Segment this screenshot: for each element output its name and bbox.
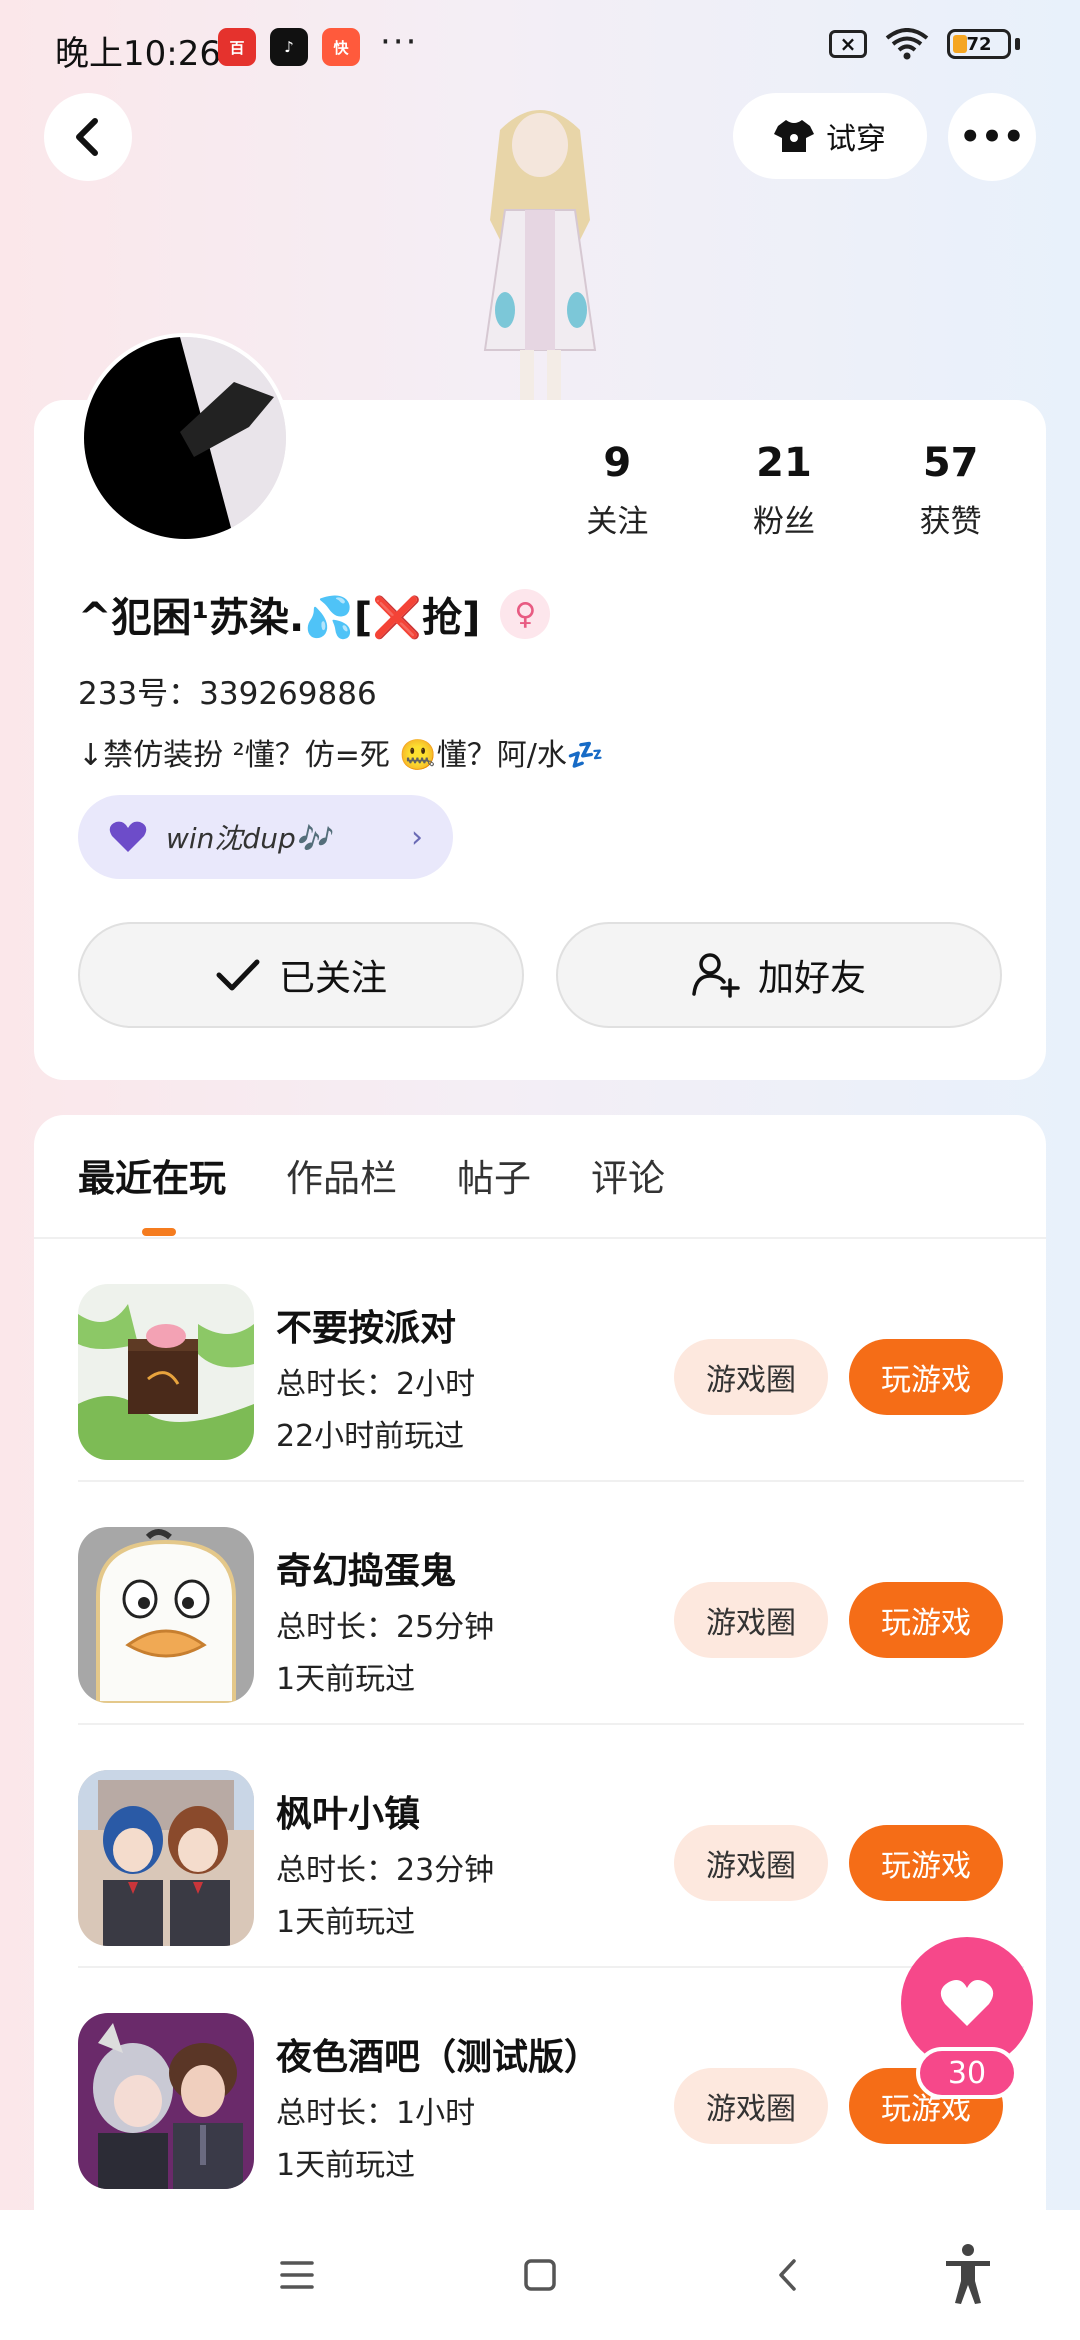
like-count-badge: 30 xyxy=(916,2047,1018,2099)
game-last-played: 1天前玩过 xyxy=(276,2148,416,2183)
game-duration: 总时长：1小时 xyxy=(276,2096,476,2131)
game-duration: 总时长：25分钟 xyxy=(276,1610,495,1645)
play-game-button[interactable]: 玩游戏 xyxy=(849,1339,1003,1415)
battery-icon: 72 xyxy=(947,29,1011,59)
relationship-tag[interactable]: win沈dup🎶 › xyxy=(78,795,453,879)
tab-comments[interactable]: 评论 xyxy=(591,1115,665,1235)
game-icon[interactable] xyxy=(78,1527,254,1703)
wifi-icon xyxy=(885,28,929,60)
battery-level: 72 xyxy=(966,33,992,55)
nav-back-icon xyxy=(779,2259,796,2291)
game-circle-button[interactable]: 游戏圈 xyxy=(674,1339,828,1415)
game-circle-button[interactable]: 游戏圈 xyxy=(674,1582,828,1658)
game-duration: 总时长：2小时 xyxy=(276,1367,476,1402)
no-sim-icon: × xyxy=(829,30,867,58)
duck-game-image xyxy=(78,1527,254,1703)
anime-character-image xyxy=(483,110,597,400)
game-last-played: 1天前玩过 xyxy=(276,1905,416,1940)
tiktok-icon: ♪ xyxy=(270,28,308,66)
status-overflow-icon: ··· xyxy=(380,22,419,62)
game-circle-button[interactable]: 游戏圈 xyxy=(674,1825,828,1901)
avatar[interactable] xyxy=(80,333,290,543)
more-options-button[interactable]: ••• xyxy=(948,93,1036,181)
avatar-image xyxy=(84,337,286,539)
red-app-icon: 百 xyxy=(218,28,256,66)
status-bar: 晚上10:26 百 ♪ 快 ··· × 72 xyxy=(0,0,1080,90)
likes-count: 57 xyxy=(922,440,979,486)
game-row[interactable]: 枫叶小镇 总时长：23分钟 1天前玩过 游戏圈 玩游戏 xyxy=(34,1725,1046,1968)
likes-label: 获赞 xyxy=(919,504,982,540)
game-row[interactable]: 不要按派对 总时长：2小时 22小时前玩过 游戏圈 玩游戏 xyxy=(34,1239,1046,1482)
game-last-played: 1天前玩过 xyxy=(276,1662,416,1697)
night-bar-game-image xyxy=(78,2013,254,2189)
fans-count: 21 xyxy=(756,440,812,486)
game-icon[interactable] xyxy=(78,2013,254,2189)
game-duration: 总时长：23分钟 xyxy=(276,1853,495,1888)
party-game-image xyxy=(78,1284,254,1460)
add-friend-button[interactable]: 加好友 xyxy=(556,922,1002,1028)
active-tab-indicator xyxy=(142,1228,176,1236)
back-arrow-icon xyxy=(76,118,98,156)
home-button[interactable] xyxy=(510,2250,570,2300)
status-indicators: × 72 xyxy=(829,28,1020,60)
female-gender-icon: ♀ xyxy=(500,589,551,639)
kuaishou-icon: 快 xyxy=(322,28,360,66)
play-game-button[interactable]: 玩游戏 xyxy=(849,1582,1003,1658)
chevron-right-icon: › xyxy=(411,819,423,855)
play-game-button[interactable]: 玩游戏 xyxy=(849,1825,1003,1901)
bio: ↓禁仿装扮 ²懂？仿=死 🤐懂？阿/水💤 xyxy=(78,738,605,773)
followed-button[interactable]: 已关注 xyxy=(78,922,524,1028)
game-title: 枫叶小镇 xyxy=(276,1794,421,1835)
system-navigation-bar xyxy=(0,2210,1080,2340)
nickname-text: ^犯困¹苏染.💦[❌抢] xyxy=(78,595,481,641)
user-id: 233号：339269886 xyxy=(78,676,377,712)
tag-text: win沈dup🎶 xyxy=(166,822,331,855)
nickname: ^犯困¹苏染.💦[❌抢] ♀ xyxy=(78,585,551,643)
game-title: 不要按派对 xyxy=(276,1308,457,1349)
fans-label: 粉丝 xyxy=(753,504,815,540)
accessibility-button[interactable] xyxy=(938,2242,998,2306)
game-title: 奇幻捣蛋鬼 xyxy=(276,1551,457,1592)
checkmark-icon xyxy=(216,959,260,991)
notification-app-icons: 百 ♪ 快 xyxy=(218,28,360,66)
game-title: 夜色酒吧（测试版） xyxy=(276,2037,601,2078)
stat-likes[interactable]: 57 获赞 xyxy=(867,440,1034,541)
followed-label: 已关注 xyxy=(278,958,387,999)
tshirt-icon xyxy=(774,120,814,152)
maple-town-game-image xyxy=(78,1770,254,1946)
content-card: 最近在玩 作品栏 帖子 评论 不要按派对 总时长：2小时 22小时前玩过 游戏圈… xyxy=(34,1115,1046,2225)
try-on-button[interactable]: 试穿 xyxy=(733,93,927,179)
following-label: 关注 xyxy=(586,504,649,540)
add-friend-label: 加好友 xyxy=(757,958,866,999)
try-on-label: 试穿 xyxy=(826,122,886,157)
game-icon[interactable] xyxy=(78,1770,254,1946)
status-time: 晚上10:26 xyxy=(55,34,221,74)
stats-row: 9 关注 21 粉丝 57 获赞 xyxy=(534,440,1034,541)
heart-icon xyxy=(109,821,147,852)
stat-fans[interactable]: 21 粉丝 xyxy=(701,440,868,541)
tab-posts[interactable]: 帖子 xyxy=(457,1115,531,1235)
following-count: 9 xyxy=(603,440,632,486)
avatar-3d-figure[interactable] xyxy=(455,100,625,400)
game-icon[interactable] xyxy=(78,1284,254,1460)
menu-button[interactable] xyxy=(267,2250,327,2300)
add-user-icon xyxy=(692,953,740,998)
heart-filled-icon xyxy=(940,1980,994,2026)
back-button[interactable] xyxy=(44,93,132,181)
accessibility-icon xyxy=(946,2244,990,2304)
game-row[interactable]: 奇幻捣蛋鬼 总时长：25分钟 1天前玩过 游戏圈 玩游戏 xyxy=(34,1482,1046,1725)
battery-tip xyxy=(1015,38,1020,50)
tab-works[interactable]: 作品栏 xyxy=(286,1115,397,1235)
nav-back-button[interactable] xyxy=(758,2250,818,2300)
tabs: 最近在玩 作品栏 帖子 评论 xyxy=(78,1115,665,1235)
game-last-played: 22小时前玩过 xyxy=(276,1419,465,1454)
game-circle-button[interactable]: 游戏圈 xyxy=(674,2068,828,2144)
menu-icon xyxy=(280,2261,314,2289)
game-row[interactable]: 夜色酒吧（测试版） 总时长：1小时 1天前玩过 游戏圈 玩游戏 xyxy=(34,1968,1046,2211)
tab-recently-played[interactable]: 最近在玩 xyxy=(78,1115,226,1235)
stat-following[interactable]: 9 关注 xyxy=(534,440,701,541)
more-dots-icon: ••• xyxy=(959,117,1025,157)
home-square-icon xyxy=(524,2259,556,2291)
